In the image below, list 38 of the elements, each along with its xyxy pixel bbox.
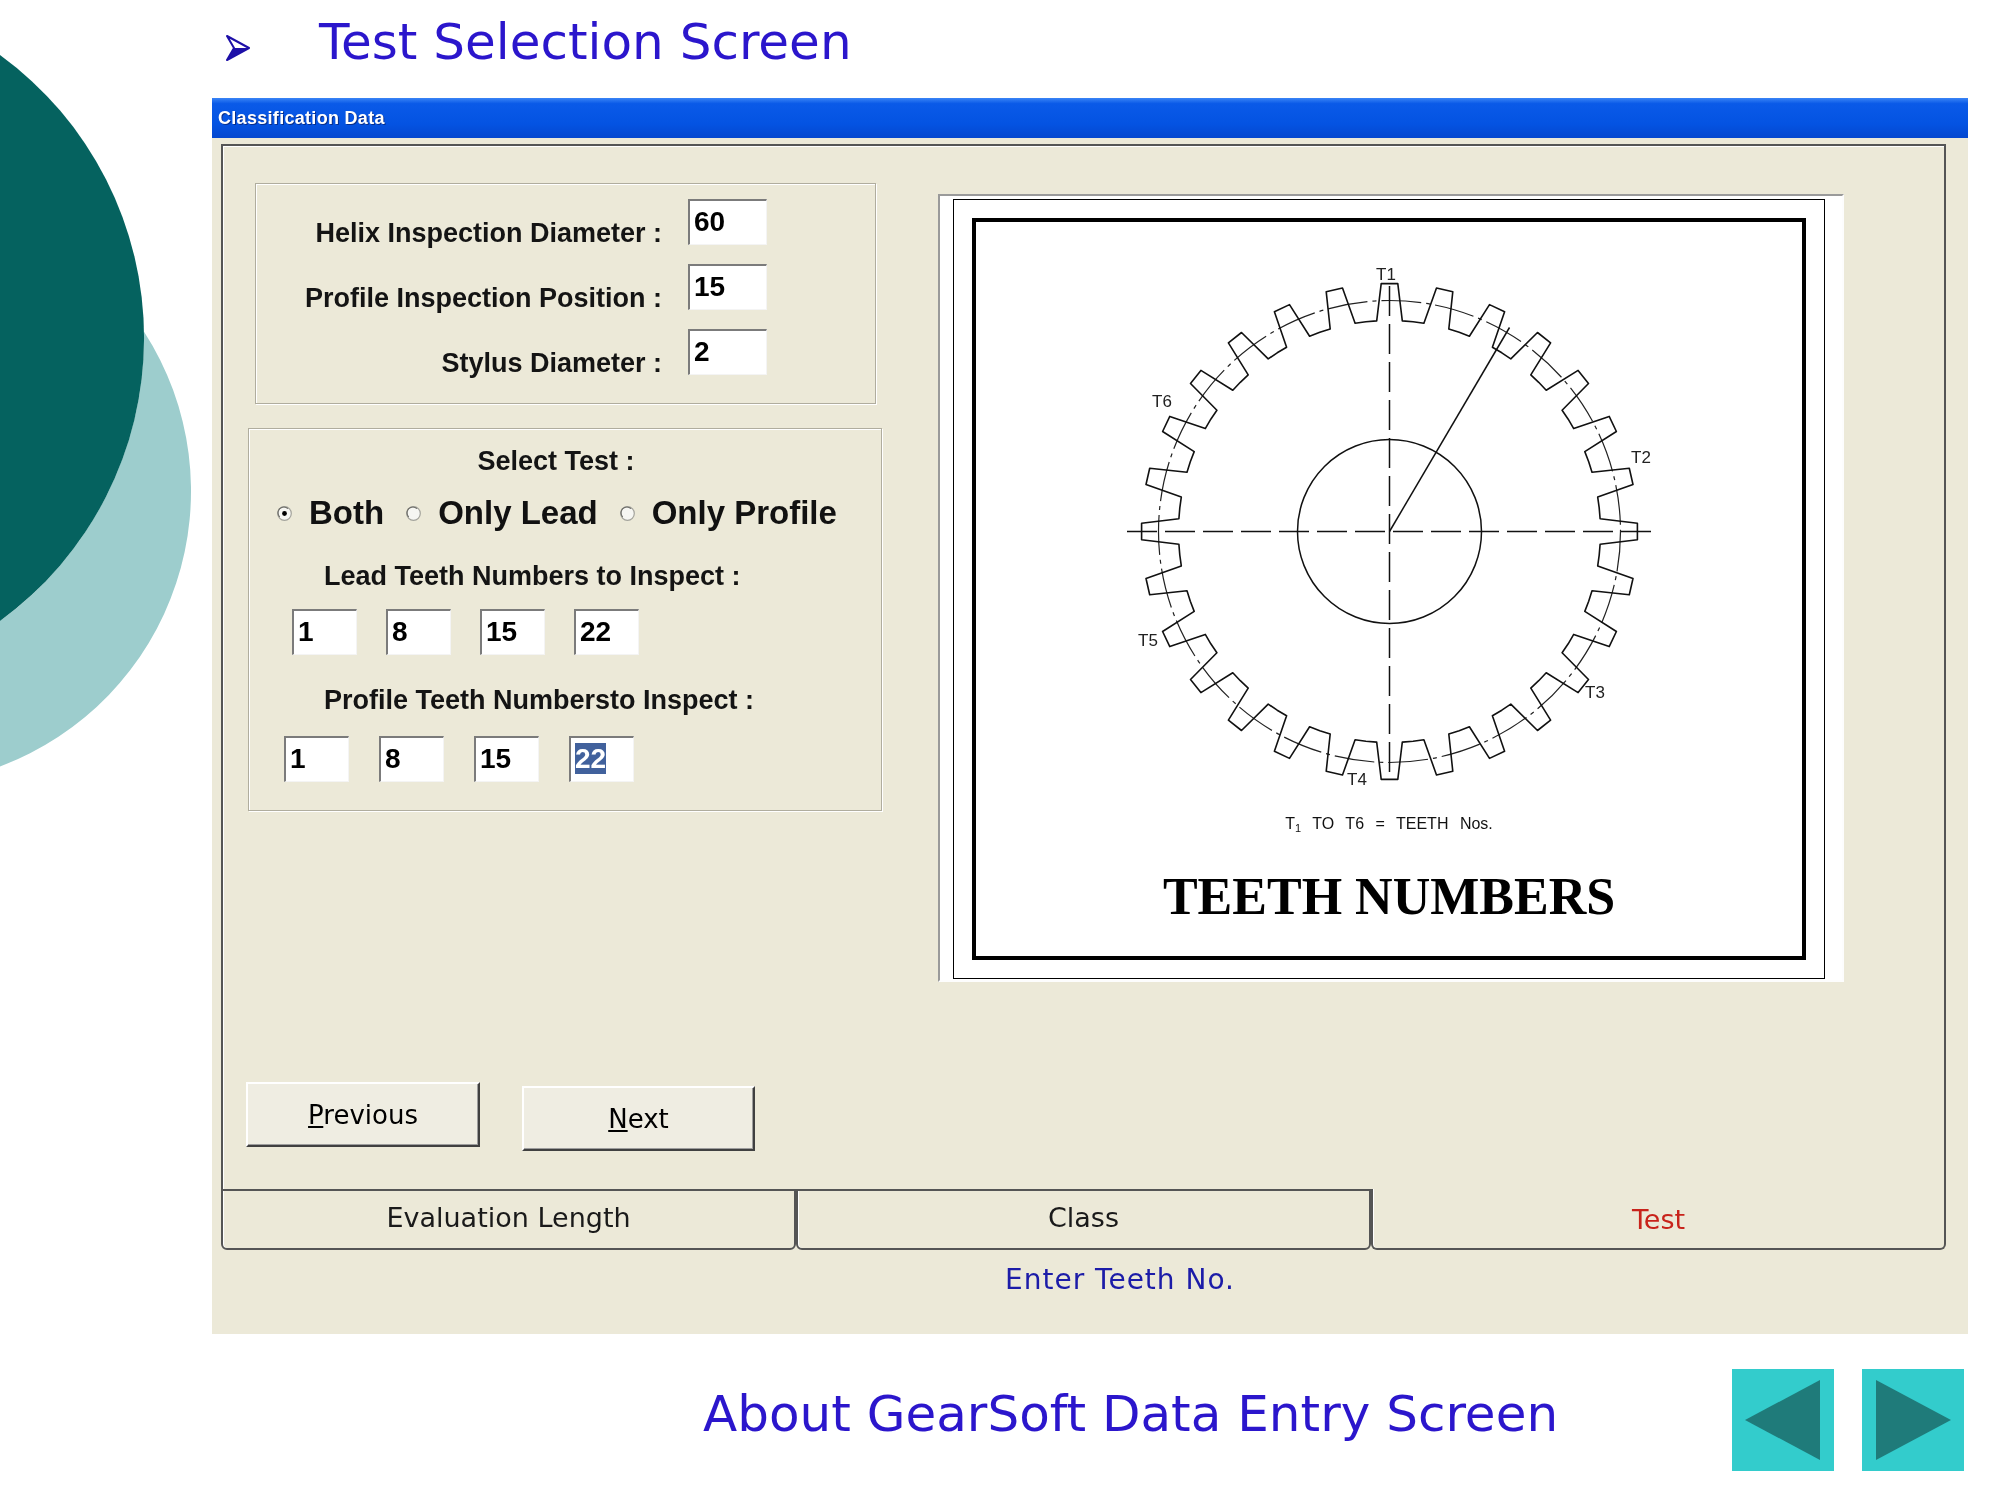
tooth-label: T3 bbox=[1585, 682, 1605, 702]
section-label: Profile Teeth Numbersto Inspect : bbox=[324, 684, 755, 716]
input-field[interactable]: 2 bbox=[688, 329, 767, 375]
arrow-bullet-icon bbox=[226, 35, 250, 61]
tooth-label: T5 bbox=[1138, 630, 1158, 650]
field-label: Stylus Diameter : bbox=[441, 347, 662, 379]
input-field[interactable]: 22 bbox=[574, 609, 639, 655]
tab[interactable]: Test bbox=[1371, 1189, 1946, 1250]
legend-text: T$_{1}$ TO T6 = TEETH Nos. bbox=[1285, 814, 1493, 834]
input-field[interactable]: 8 bbox=[379, 736, 444, 782]
input-field[interactable]: 8 bbox=[386, 609, 451, 655]
slide-title: Test Selection Screen bbox=[319, 12, 852, 72]
field-label: Profile Inspection Position : bbox=[304, 282, 662, 314]
radio-option[interactable]: Both bbox=[277, 493, 385, 533]
input-field[interactable]: 1 bbox=[292, 609, 357, 655]
radio-option[interactable]: Only Lead bbox=[406, 493, 598, 533]
status-text: Enter Teeth No. bbox=[1005, 1262, 1235, 1298]
tab[interactable]: Class bbox=[796, 1189, 1371, 1250]
input-field[interactable]: 22 bbox=[569, 736, 634, 782]
footer-title: About GearSoft Data Entry Screen bbox=[703, 1384, 1559, 1444]
input-field[interactable]: 15 bbox=[688, 264, 767, 310]
diagram-title: TEETH NUMBERS bbox=[1162, 867, 1616, 927]
section-label: Select Test : bbox=[477, 445, 635, 477]
input-field[interactable]: 1 bbox=[284, 736, 349, 782]
tooth-label: T6 bbox=[1152, 391, 1172, 411]
input-field[interactable]: 15 bbox=[474, 736, 539, 782]
field-label: Helix Inspection Diameter : bbox=[315, 217, 662, 249]
tooth-label: T2 bbox=[1631, 447, 1651, 467]
tooth-label: T4 bbox=[1347, 769, 1367, 789]
radio-option[interactable]: Only Profile bbox=[619, 493, 837, 533]
input-field[interactable]: 15 bbox=[480, 609, 545, 655]
next-button[interactable]: Next bbox=[522, 1086, 755, 1151]
window-title: Classification Data bbox=[218, 107, 385, 129]
tab[interactable]: Evaluation Length bbox=[221, 1189, 796, 1250]
input-field[interactable]: 60 bbox=[688, 199, 767, 245]
tooth-label: T1 bbox=[1376, 264, 1396, 284]
previous-button[interactable]: Previous bbox=[246, 1082, 480, 1147]
section-label: Lead Teeth Numbers to Inspect : bbox=[324, 560, 741, 592]
